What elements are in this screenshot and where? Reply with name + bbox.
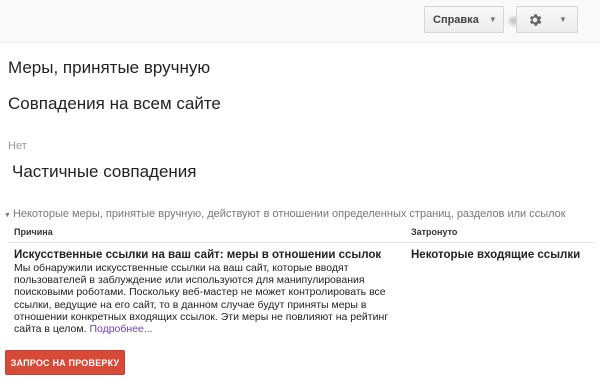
partial-matches-note: Некоторые меры, принятые вручную, действ… <box>12 208 566 220</box>
site-wide-matches-title: Совпадения на всем сайте <box>8 94 221 113</box>
top-bar: Справка ▼ ▼ <box>0 0 600 43</box>
learn-more-link[interactable]: Подробнее... <box>89 323 152 335</box>
column-header-affected: Затронуто <box>411 227 458 237</box>
table-header-divider <box>8 242 594 243</box>
column-header-reason: Причина <box>14 227 53 237</box>
site-wide-status: Нет <box>8 140 27 152</box>
settings-gear-icon <box>529 13 542 26</box>
affected-value: Некоторые входящие ссылки <box>411 249 581 261</box>
chevron-down-icon: ▼ <box>488 15 497 24</box>
reason-description: Мы обнаружили искусственные ссылки на ва… <box>14 262 406 335</box>
partial-matches-title: Частичные совпадения <box>12 162 197 181</box>
settings-dropdown-button[interactable]: ▼ <box>516 6 578 33</box>
partial-matches-toggle[interactable]: ▼ Некоторые меры, принятые вручную, дейст… <box>4 208 566 220</box>
reason-title: Искусственные ссылки на ваш сайт: меры в… <box>14 249 382 261</box>
reason-description-text: Мы обнаружили искусственные ссылки на ва… <box>14 262 389 336</box>
help-dropdown-button[interactable]: Справка ▼ <box>424 6 504 33</box>
chevron-down-icon: ▼ <box>559 15 567 24</box>
help-label: Справка <box>433 13 479 26</box>
request-review-button[interactable]: ЗАПРОС НА ПРОВЕРКУ <box>5 350 125 375</box>
triangle-down-icon: ▼ <box>4 212 11 219</box>
manual-actions-title: Меры, принятые вручную <box>8 58 211 77</box>
